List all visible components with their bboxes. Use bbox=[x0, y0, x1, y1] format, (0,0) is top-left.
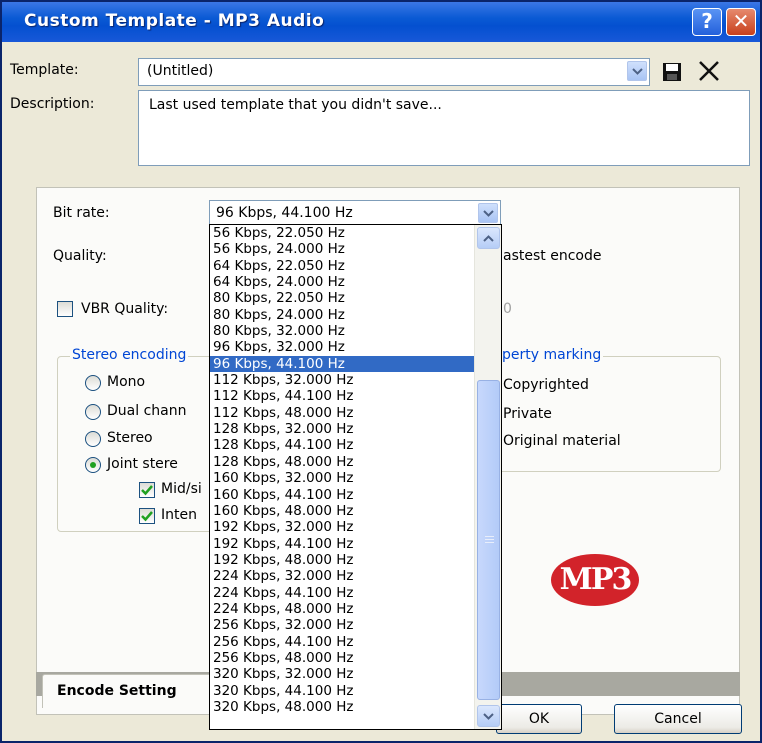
bit-rate-option[interactable]: 192 Kbps, 48.000 Hz bbox=[210, 552, 474, 568]
bit-rate-label: Bit rate: bbox=[53, 205, 110, 221]
delete-icon[interactable] bbox=[698, 60, 720, 82]
bit-rate-option[interactable]: 64 Kbps, 24.000 Hz bbox=[210, 274, 474, 290]
scroll-thumb[interactable] bbox=[477, 380, 500, 700]
bit-rate-option[interactable]: 56 Kbps, 22.050 Hz bbox=[210, 225, 474, 241]
window-title: Custom Template - MP3 Audio bbox=[24, 11, 325, 31]
template-label: Template: bbox=[10, 62, 79, 78]
ok-button[interactable]: OK bbox=[496, 704, 582, 734]
close-button[interactable]: ✕ bbox=[726, 8, 756, 36]
bit-rate-option[interactable]: 128 Kbps, 32.000 Hz bbox=[210, 421, 474, 437]
description-field[interactable]: Last used template that you didn't save.… bbox=[138, 90, 750, 166]
grip-line bbox=[485, 542, 494, 543]
description-value: Last used template that you didn't save.… bbox=[149, 97, 442, 113]
bit-rate-option[interactable]: 128 Kbps, 44.100 Hz bbox=[210, 437, 474, 453]
mono-radio[interactable] bbox=[85, 375, 101, 391]
custom-template-dialog: Custom Template - MP3 Audio ? ✕ Template… bbox=[0, 0, 762, 743]
checkmark-icon bbox=[141, 511, 153, 522]
joint-stereo-radio[interactable] bbox=[85, 457, 101, 473]
private-label[interactable]: Private bbox=[503, 406, 552, 422]
mid-side-label: Mid/si bbox=[161, 481, 202, 497]
quality-label: Quality: bbox=[53, 248, 107, 264]
bit-rate-option[interactable]: 96 Kbps, 44.100 Hz bbox=[210, 355, 474, 373]
bit-rate-option[interactable]: 160 Kbps, 32.000 Hz bbox=[210, 470, 474, 486]
help-button[interactable]: ? bbox=[692, 8, 722, 36]
vbr-quality-value: 0 bbox=[503, 301, 512, 317]
fastest-encode-label: astest encode bbox=[503, 248, 602, 264]
bit-rate-option[interactable]: 320 Kbps, 48.000 Hz bbox=[210, 699, 474, 715]
intensity-checkbox[interactable] bbox=[139, 508, 155, 524]
bit-rate-option[interactable]: 128 Kbps, 48.000 Hz bbox=[210, 454, 474, 470]
bit-rate-option[interactable]: 80 Kbps, 32.000 Hz bbox=[210, 323, 474, 339]
template-combo[interactable]: (Untitled) bbox=[138, 58, 650, 86]
bit-rate-option[interactable]: 320 Kbps, 44.100 Hz bbox=[210, 683, 474, 699]
bit-rate-option[interactable]: 256 Kbps, 32.000 Hz bbox=[210, 617, 474, 633]
template-value: (Untitled) bbox=[147, 63, 214, 79]
radio-selected-dot bbox=[90, 462, 96, 468]
scroll-up-button[interactable] bbox=[477, 227, 500, 249]
copyrighted-label[interactable]: Copyrighted bbox=[503, 377, 589, 393]
bit-rate-option[interactable]: 256 Kbps, 48.000 Hz bbox=[210, 650, 474, 666]
grip-line bbox=[485, 539, 494, 540]
x-icon bbox=[699, 61, 719, 81]
bit-rate-option[interactable]: 224 Kbps, 48.000 Hz bbox=[210, 601, 474, 617]
mp3-logo: MP3 bbox=[551, 554, 639, 606]
bit-rate-option[interactable]: 96 Kbps, 32.000 Hz bbox=[210, 339, 474, 355]
tab-encode-settings[interactable]: Encode Setting bbox=[42, 674, 214, 708]
bit-rate-option[interactable]: 224 Kbps, 32.000 Hz bbox=[210, 568, 474, 584]
chevron-down-icon bbox=[632, 68, 643, 75]
bit-rate-dropdown-arrow[interactable] bbox=[478, 203, 498, 223]
bit-rate-option[interactable]: 224 Kbps, 44.100 Hz bbox=[210, 585, 474, 601]
bit-rate-option[interactable]: 56 Kbps, 24.000 Hz bbox=[210, 241, 474, 257]
original-material-label[interactable]: Original material bbox=[503, 433, 621, 449]
cancel-button[interactable]: Cancel bbox=[614, 704, 742, 734]
stereo-encoding-title: Stereo encoding bbox=[70, 347, 189, 363]
bit-rate-option[interactable]: 64 Kbps, 22.050 Hz bbox=[210, 258, 474, 274]
template-dropdown-arrow[interactable] bbox=[627, 61, 647, 81]
bit-rate-option[interactable]: 80 Kbps, 24.000 Hz bbox=[210, 307, 474, 323]
stereo-label: Stereo bbox=[107, 430, 153, 446]
intensity-label: Inten bbox=[161, 507, 197, 523]
bit-rate-option[interactable]: 192 Kbps, 44.100 Hz bbox=[210, 536, 474, 552]
property-marking-title: perty marking bbox=[500, 347, 604, 363]
bit-rate-dropdown-list[interactable]: 56 Kbps, 22.050 Hz 56 Kbps, 24.000 Hz 64 K… bbox=[209, 224, 502, 730]
tab-encode-settings-label: Encode Setting bbox=[57, 683, 177, 699]
bit-rate-value: 96 Kbps, 44.100 Hz bbox=[216, 205, 353, 221]
vbr-quality-label: VBR Quality: bbox=[81, 301, 169, 317]
grip-line bbox=[485, 536, 494, 537]
bit-rate-option[interactable]: 80 Kbps, 22.050 Hz bbox=[210, 290, 474, 306]
bit-rate-option[interactable]: 320 Kbps, 32.000 Hz bbox=[210, 666, 474, 682]
description-label: Description: bbox=[10, 96, 95, 112]
stereo-radio[interactable] bbox=[85, 431, 101, 447]
save-icon[interactable] bbox=[662, 62, 682, 82]
bit-rate-option[interactable]: 256 Kbps, 44.100 Hz bbox=[210, 634, 474, 650]
joint-stereo-label: Joint stere bbox=[107, 456, 178, 472]
mid-side-checkbox[interactable] bbox=[139, 482, 155, 498]
bit-rate-option[interactable]: 192 Kbps, 32.000 Hz bbox=[210, 519, 474, 535]
mono-label: Mono bbox=[107, 374, 146, 390]
chevron-down-icon bbox=[483, 210, 494, 217]
dual-channel-label: Dual chann bbox=[107, 403, 187, 419]
bit-rate-options: 56 Kbps, 22.050 Hz 56 Kbps, 24.000 Hz 64 K… bbox=[210, 225, 474, 729]
bit-rate-option[interactable]: 160 Kbps, 48.000 Hz bbox=[210, 503, 474, 519]
scroll-down-button[interactable] bbox=[477, 705, 500, 727]
bit-rate-option[interactable]: 160 Kbps, 44.100 Hz bbox=[210, 487, 474, 503]
bit-rate-option[interactable]: 112 Kbps, 32.000 Hz bbox=[210, 372, 474, 388]
chevron-down-icon bbox=[483, 713, 494, 720]
dual-channel-radio[interactable] bbox=[85, 404, 101, 420]
chevron-up-icon bbox=[483, 235, 494, 242]
bit-rate-option[interactable]: 112 Kbps, 48.000 Hz bbox=[210, 405, 474, 421]
title-bar[interactable]: Custom Template - MP3 Audio ? ✕ bbox=[2, 2, 760, 42]
bit-rate-option[interactable]: 112 Kbps, 44.100 Hz bbox=[210, 388, 474, 404]
checkmark-icon bbox=[141, 485, 153, 496]
floppy-disk-icon bbox=[663, 63, 681, 81]
dropdown-scrollbar[interactable] bbox=[474, 225, 501, 729]
vbr-quality-checkbox[interactable] bbox=[57, 301, 73, 317]
